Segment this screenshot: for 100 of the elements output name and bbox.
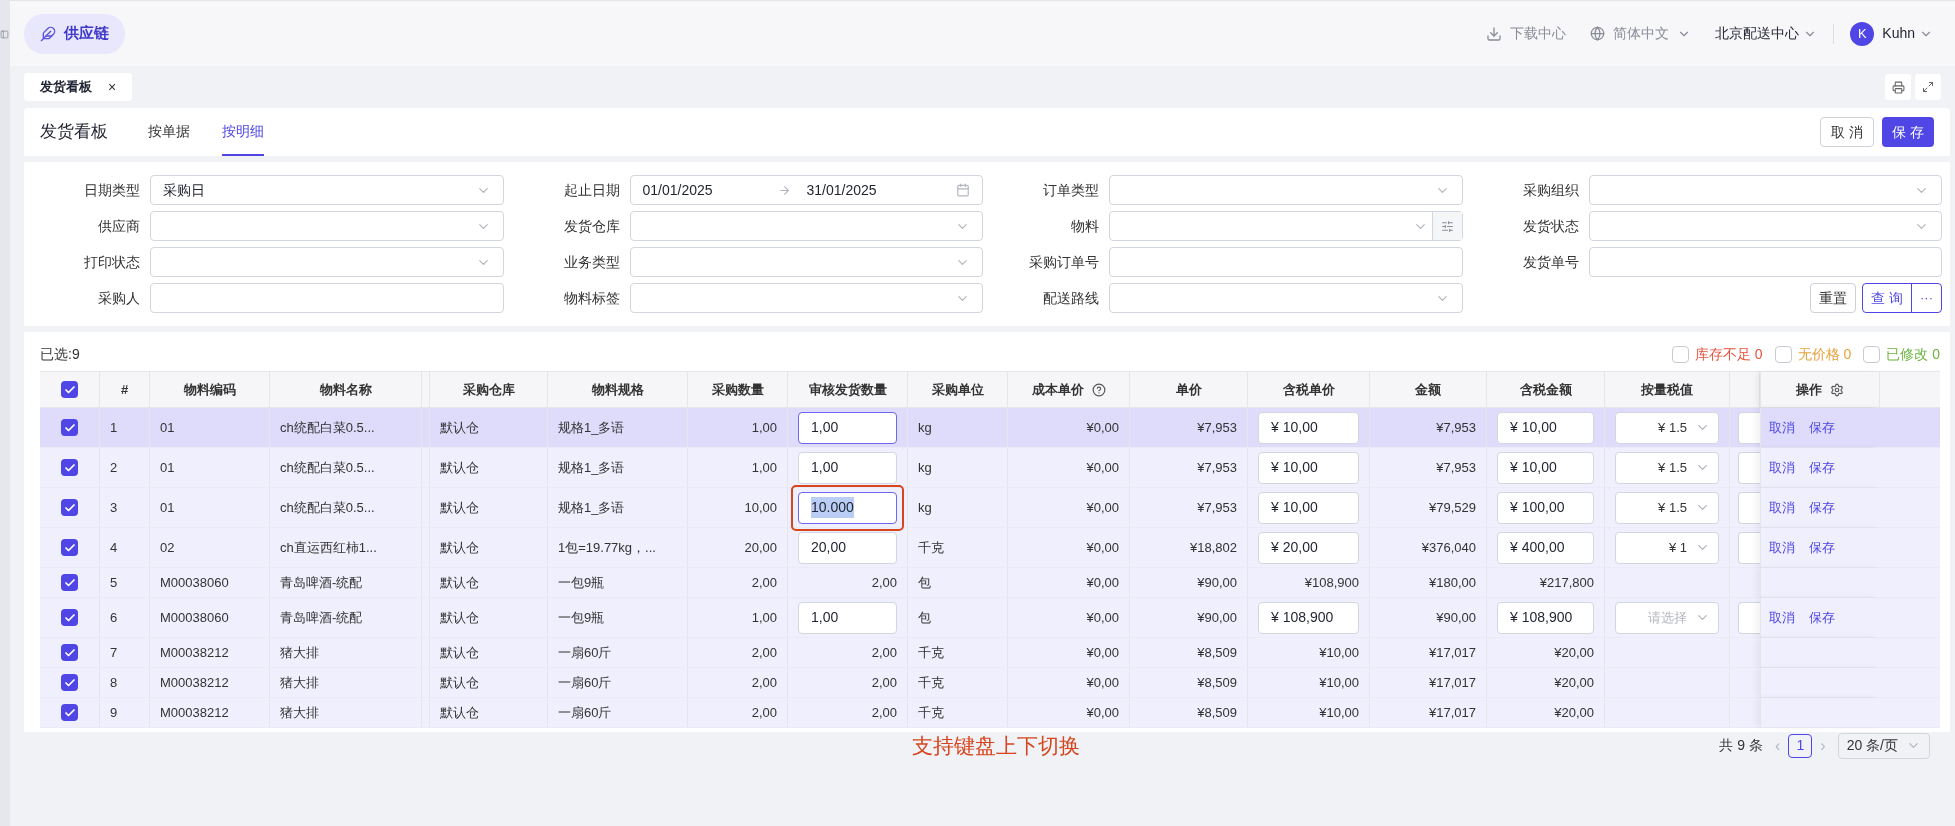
action-link[interactable]: 保存 [1809, 537, 1835, 558]
row-checkbox[interactable] [61, 419, 78, 436]
select-field[interactable] [150, 211, 504, 241]
input-field[interactable]: 1,00 [798, 601, 897, 634]
input-field[interactable]: ¥ 10,00 [1258, 411, 1359, 444]
page-size-select[interactable]: 20 条/页 [1837, 732, 1930, 759]
row-checkbox[interactable] [61, 574, 78, 591]
row-checkbox[interactable] [61, 704, 78, 721]
select-field[interactable]: ¥ 1.5 [1615, 491, 1719, 524]
row-checkbox[interactable] [61, 499, 78, 516]
action-link[interactable]: 取消 [1769, 417, 1795, 438]
input-field[interactable]: ¥ 10,00 [1258, 451, 1359, 484]
input-field[interactable] [150, 283, 504, 313]
checkbox[interactable] [1774, 346, 1792, 363]
input-field[interactable] [1588, 247, 1942, 277]
app-logo[interactable]: 供应链 [24, 13, 125, 54]
select-field[interactable] [629, 211, 983, 241]
panel-icon[interactable] [0, 30, 9, 39]
input-field[interactable]: ¥ 10,00 [1497, 451, 1594, 484]
action-link[interactable]: 取消 [1769, 537, 1795, 558]
check-icon [63, 576, 76, 589]
user-menu[interactable]: Kuhn [1882, 23, 1933, 44]
center-select[interactable]: 北京配送中心 [1715, 23, 1818, 44]
view-tab[interactable]: 按单据 [148, 108, 190, 156]
query-button[interactable]: 查 询 [1863, 284, 1911, 312]
fullscreen-button[interactable] [1915, 74, 1941, 100]
table-cell-text: 一扇60斤 [558, 673, 612, 692]
printer-icon [1891, 80, 1905, 94]
table-row[interactable]: 9 M00038212 猪大排 默认仓 一扇60斤 2,00 2,00 千克 ¥0,00 ¥8,509 ¥10,00 ¥17,017 ¥20,00 [40, 698, 1940, 728]
input-field[interactable] [1738, 601, 1760, 634]
action-link[interactable]: 保存 [1809, 457, 1835, 478]
table-row[interactable]: 8 M00038212 猪大排 默认仓 一扇60斤 2,00 2,00 千克 ¥0,00 ¥8,509 ¥10,00 ¥17,017 ¥20,00 [40, 668, 1940, 698]
input-field[interactable]: ¥ 20,00 [1258, 531, 1359, 564]
select-field[interactable] [1588, 211, 1942, 241]
select-field[interactable] [629, 247, 983, 277]
input-field[interactable] [1738, 531, 1760, 564]
table-row[interactable]: 7 M00038212 猪大排 默认仓 一扇60斤 2,00 2,00 千克 ¥0,00 ¥8,509 ¥10,00 ¥17,017 ¥20,00 [40, 638, 1940, 668]
select-field[interactable] [1588, 175, 1942, 205]
view-tab[interactable]: 按明细 [222, 108, 264, 156]
action-link[interactable]: 取消 [1769, 457, 1795, 478]
select-field[interactable] [1109, 211, 1463, 241]
table-cell-text: 2,00 [751, 573, 777, 592]
input-field[interactable]: ¥ 10,00 [1497, 411, 1594, 444]
select-field[interactable] [1109, 175, 1463, 205]
input-field[interactable]: ¥ 108,900 [1497, 601, 1594, 634]
table-row[interactable]: 6 M00038060 青岛啤酒-统配 默认仓 一包9瓶 1,00 1,00 包 ¥0,00 ¥90,00 ¥ 108,900 ¥90,00 ¥ 108,900 请选择 取消 保存 [40, 598, 1940, 638]
page-button[interactable]: 1 [1788, 733, 1813, 758]
row-checkbox[interactable] [61, 459, 78, 476]
input-field[interactable]: 20,00 [798, 531, 897, 564]
table-row[interactable]: 3 01 ch统配白菜0.5... 默认仓 规格1_多语 10,00 10.000 kg ¥0,00 ¥7,953 ¥ 10,00 ¥79,529 ¥ 100,00 ¥ 1.5 取消 保存 [40, 488, 1940, 528]
table-row[interactable]: 2 01 ch统配白菜0.5... 默认仓 规格1_多语 1,00 1,00 kg ¥0,00 ¥7,953 ¥ 10,00 ¥7,953 ¥ 10,00 ¥ 1.5 取消 保存 [40, 448, 1940, 488]
input-field[interactable]: ¥ 10,00 [1258, 491, 1359, 524]
printer-button[interactable] [1885, 74, 1911, 100]
action-link[interactable]: 保存 [1809, 607, 1835, 628]
table-cell-text: 3 [110, 498, 118, 517]
checkbox[interactable] [61, 381, 78, 398]
close-button[interactable]: × [108, 76, 117, 98]
input-field[interactable]: 1,00 [798, 411, 897, 444]
input-field[interactable] [1738, 411, 1760, 444]
action-link[interactable]: 保存 [1809, 497, 1835, 518]
more-button[interactable]: ··· [1911, 284, 1941, 312]
action-link[interactable]: 保存 [1809, 417, 1835, 438]
select-field[interactable]: ¥ 1 [1615, 531, 1719, 564]
input-field[interactable]: ¥ 400,00 [1497, 531, 1594, 564]
filter-settings-button[interactable] [1431, 212, 1462, 240]
checkbox[interactable] [1863, 346, 1881, 363]
help-icon[interactable] [1091, 382, 1106, 397]
input-field[interactable]: ¥ 108,900 [1258, 601, 1359, 634]
select-field[interactable] [1109, 283, 1463, 313]
select-field[interactable] [629, 283, 983, 313]
row-checkbox[interactable] [61, 674, 78, 691]
date-range-field[interactable]: 01/01/2025 31/01/2025 [629, 175, 983, 205]
page-tab[interactable]: 发货看板 × [24, 73, 133, 101]
reset-button[interactable]: 重置 [1810, 283, 1857, 313]
input-field[interactable] [1109, 247, 1463, 277]
select-field[interactable]: 采购日 [150, 175, 504, 205]
table-row[interactable]: 4 02 ch直运西红柿1... 默认仓 1包=19.77kg，... 20,00 20,00 千克 ¥0,00 ¥18,802 ¥ 20,00 ¥376,040 ¥ 400,00 ¥ 1 取消 保存 [40, 528, 1940, 568]
select-field[interactable] [150, 247, 504, 277]
input-field[interactable]: 1,00 [798, 451, 897, 484]
avatar[interactable]: K [1850, 21, 1875, 46]
input-field[interactable]: 10.000 [798, 491, 897, 524]
filter-label: 业务类型 [562, 252, 621, 272]
input-field[interactable]: ¥ 100,00 [1497, 491, 1594, 524]
save-button[interactable]: 保 存 [1882, 117, 1934, 147]
select-field[interactable]: ¥ 1.5 [1615, 451, 1719, 484]
table-row[interactable]: 1 01 ch统配白菜0.5... 默认仓 规格1_多语 1,00 1,00 kg ¥0,00 ¥7,953 ¥ 10,00 ¥7,953 ¥ 10,00 ¥ 1.5 取消 保存 [40, 408, 1940, 448]
check-icon [63, 501, 76, 514]
table-cell-text: ¥17,017 [1429, 643, 1476, 662]
action-link[interactable]: 取消 [1769, 497, 1795, 518]
cancel-button[interactable]: 取 消 [1820, 117, 1875, 147]
checkbox[interactable] [1671, 346, 1689, 363]
row-checkbox[interactable] [61, 609, 78, 626]
action-link[interactable]: 取消 [1769, 607, 1795, 628]
row-checkbox[interactable] [61, 644, 78, 661]
select-field[interactable]: ¥ 1.5 [1615, 411, 1719, 444]
settings-icon[interactable] [1830, 382, 1844, 397]
input-field[interactable] [1738, 451, 1760, 484]
input-field[interactable] [1738, 491, 1760, 524]
row-checkbox[interactable] [61, 539, 78, 556]
table-row[interactable]: 5 M00038060 青岛啤酒-统配 默认仓 一包9瓶 2,00 2,00 包 ¥0,00 ¥90,00 ¥108,900 ¥180,00 ¥217,800 [40, 568, 1940, 598]
